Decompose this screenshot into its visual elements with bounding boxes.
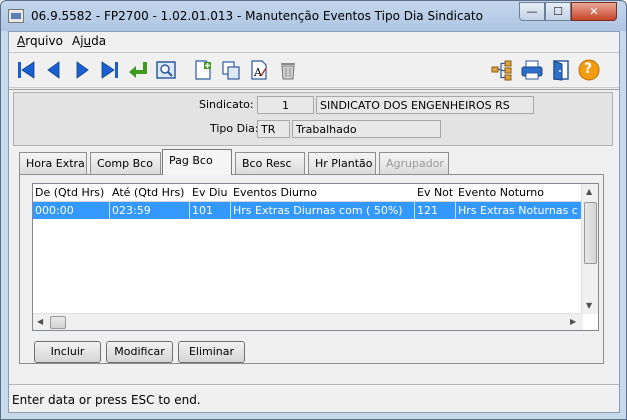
eliminar-button[interactable]: Eliminar [178, 341, 245, 363]
exit-door-icon [553, 60, 569, 81]
cell-ev-diu: 101 [192, 204, 213, 217]
toolbar-separator [9, 89, 619, 90]
toolbar: A ? [9, 52, 619, 88]
cell-ate: 023:59 [112, 204, 151, 217]
cell-divider [455, 202, 456, 219]
help-button[interactable]: ? [576, 57, 602, 83]
tab-comp-bco[interactable]: Comp Bco [90, 152, 161, 174]
tab-hr-plantao[interactable]: Hr Plantão [308, 152, 376, 174]
menu-ajuda-label-a: Aj [72, 34, 84, 48]
col-header-evento-noturno[interactable]: Evento Noturno [458, 186, 544, 199]
edit-text-icon: A [251, 60, 267, 80]
print-button[interactable] [519, 57, 545, 83]
grid-header: De (Qtd Hrs) Até (Qtd Hrs) Ev Diu Evento… [33, 184, 583, 202]
copy-button[interactable] [218, 57, 244, 83]
status-text: Enter data or press ESC to end. [12, 393, 201, 407]
header-panel: Sindicato: 1 SINDICATO DOS ENGENHEIROS R… [13, 92, 613, 146]
tab-hora-extra[interactable]: Hora Extra [19, 152, 87, 174]
tree-icon [491, 60, 512, 81]
menu-ajuda-accel: u [83, 34, 92, 48]
tipo-dia-label: Tipo Dia: [210, 122, 259, 135]
preview-icon [156, 61, 176, 79]
tree-button[interactable] [489, 57, 515, 83]
return-button[interactable] [125, 57, 151, 83]
menu-arquivo[interactable]: Arquivo [17, 34, 63, 48]
maximize-button[interactable]: ☐ [545, 2, 571, 21]
previous-record-icon [47, 61, 60, 79]
client-area: Arquivo Ajuda A ? Sindicato: 1 SINDICATO… [8, 31, 620, 413]
table-row[interactable]: 000:00 023:59 101 Hrs Extras Diurnas com… [33, 202, 583, 219]
cell-eventos-diurno: Hrs Extras Diurnas com ( 50%) [233, 204, 403, 217]
menu-ajuda[interactable]: Ajuda [72, 34, 106, 48]
preview-button[interactable] [153, 57, 179, 83]
tab-agrupador: Agrupador [379, 152, 449, 174]
tab-pag-bco[interactable]: Pag Bco [162, 149, 232, 175]
tab-panel-pag-bco: De (Qtd Hrs) Até (Qtd Hrs) Ev Diu Evento… [19, 174, 604, 364]
cell-evento-noturno: Hrs Extras Noturnas c [458, 204, 578, 217]
title-bar[interactable]: 06.9.5582 - FP2700 - 1.02.01.013 - Manut… [1, 1, 626, 31]
scroll-up-icon[interactable]: ▲ [586, 187, 592, 196]
close-button[interactable]: ✕ [571, 2, 617, 21]
col-header-eventos-diurno[interactable]: Eventos Diurno [233, 186, 317, 199]
cell-divider [230, 202, 231, 219]
cell-de: 000:00 [35, 204, 74, 217]
next-record-button[interactable] [69, 57, 95, 83]
tipo-dia-name-field: Trabalhado [292, 120, 441, 138]
events-grid[interactable]: De (Qtd Hrs) Até (Qtd Hrs) Ev Diu Evento… [32, 183, 599, 331]
first-record-button[interactable] [13, 57, 39, 83]
incluir-button[interactable]: Incluir [34, 341, 101, 363]
vertical-scroll-thumb[interactable] [584, 202, 597, 264]
new-document-icon [195, 60, 211, 80]
sindicato-name-field: SINDICATO DOS ENGENHEIROS RS [316, 96, 534, 114]
printer-icon [521, 60, 543, 80]
horizontal-scroll-thumb[interactable] [50, 316, 66, 329]
col-header-ate[interactable]: Até (Qtd Hrs) [112, 186, 184, 199]
horizontal-scrollbar[interactable]: ◀ ▶ [33, 313, 583, 330]
menu-arquivo-accel: A [17, 34, 26, 48]
tab-bco-resc[interactable]: Bco Resc [235, 152, 305, 174]
cell-divider [189, 202, 190, 219]
menu-bar: Arquivo Ajuda [9, 32, 619, 51]
last-record-icon [101, 61, 118, 79]
modificar-button[interactable]: Modificar [106, 341, 173, 363]
col-header-ev-diu[interactable]: Ev Diu [192, 186, 227, 199]
scroll-right-icon[interactable]: ▶ [570, 317, 576, 326]
tipo-dia-code-field[interactable]: TR [257, 120, 290, 138]
trash-icon [281, 63, 295, 80]
scroll-down-icon[interactable]: ▼ [586, 301, 592, 310]
delete-button[interactable] [275, 57, 301, 83]
new-button[interactable] [190, 57, 216, 83]
app-window: 06.9.5582 - FP2700 - 1.02.01.013 - Manut… [0, 0, 627, 420]
sindicato-label: Sindicato: [199, 98, 254, 111]
first-record-icon [18, 61, 35, 79]
edit-text-button[interactable]: A [246, 57, 272, 83]
copy-icon [222, 61, 240, 80]
return-icon [129, 62, 147, 78]
help-glyph: ? [584, 61, 593, 77]
cell-divider [414, 202, 415, 219]
exit-button[interactable] [548, 57, 574, 83]
minimize-button[interactable]: — [519, 2, 545, 21]
menu-ajuda-label-b: da [91, 34, 107, 48]
col-header-ev-not[interactable]: Ev Not [417, 186, 453, 199]
svg-text:A: A [253, 66, 263, 79]
status-bar: Enter data or press ESC to end. [9, 384, 619, 412]
window-title: 06.9.5582 - FP2700 - 1.02.01.013 - Manut… [31, 9, 483, 23]
cell-divider [109, 202, 110, 219]
scroll-left-icon[interactable]: ◀ [37, 317, 43, 326]
last-record-button[interactable] [97, 57, 123, 83]
sindicato-code-field[interactable]: 1 [257, 96, 314, 114]
app-icon [8, 9, 24, 23]
next-record-icon [76, 61, 89, 79]
menu-arquivo-label: rquivo [25, 34, 63, 48]
col-header-de[interactable]: De (Qtd Hrs) [35, 186, 104, 199]
previous-record-button[interactable] [41, 57, 67, 83]
vertical-scrollbar[interactable]: ▲ ▼ [581, 184, 598, 314]
cell-ev-not: 121 [417, 204, 438, 217]
